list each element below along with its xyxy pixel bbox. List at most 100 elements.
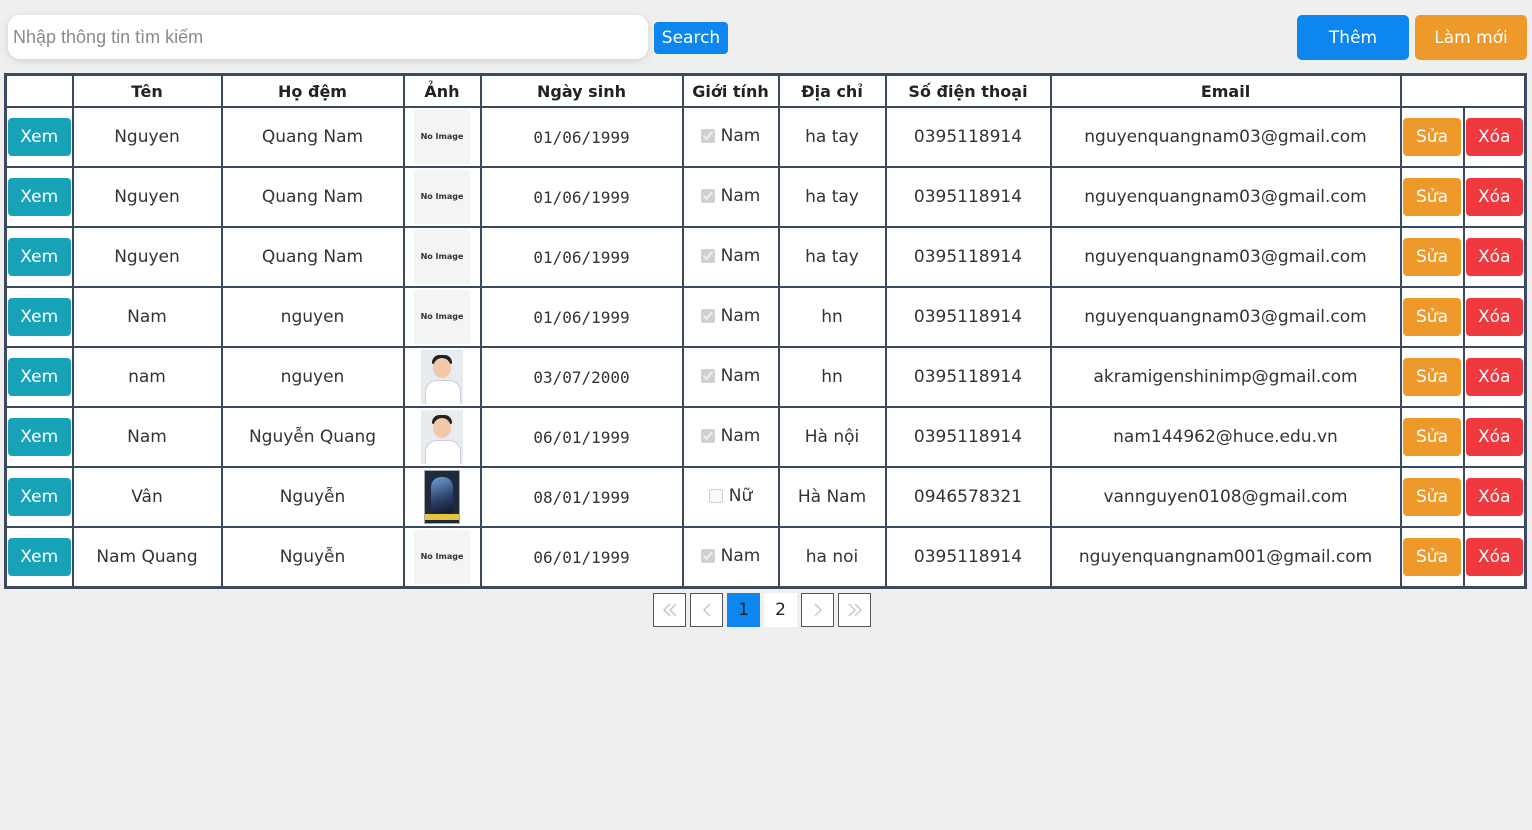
gender-checkbox — [708, 489, 723, 503]
header-so-dien-thoai: Số điện thoại — [884, 73, 1052, 108]
edit-button[interactable]: Sửa — [1403, 298, 1461, 336]
cell-anh: No Image — [402, 526, 482, 589]
search-button[interactable]: Search — [654, 22, 728, 54]
view-button[interactable]: Xem — [7, 358, 71, 396]
table-header-row: Tên Họ đệm Ảnh Ngày sinh Giới tính Địa c… — [4, 73, 1527, 108]
edit-button[interactable]: Sửa — [1403, 178, 1461, 216]
cell-email: nguyenquangnam001@gmail.com — [1049, 526, 1402, 589]
next-page-button[interactable] — [801, 593, 834, 627]
header-action — [4, 73, 74, 108]
cell-dia-chi: Hà nội — [777, 406, 887, 468]
cell-ngay-sinh: 01/06/1999 — [479, 166, 684, 228]
gender-checkbox — [700, 129, 715, 143]
delete-button[interactable]: Xóa — [1465, 358, 1523, 396]
page-2-button[interactable]: 2 — [764, 593, 797, 627]
page-1-button[interactable]: 1 — [727, 593, 760, 627]
last-page-button[interactable] — [838, 593, 871, 627]
delete-cell: Xóa — [1462, 166, 1527, 228]
cell-ngay-sinh: 06/01/1999 — [479, 406, 684, 468]
view-button[interactable]: Xem — [7, 238, 71, 276]
header-ten: Tên — [71, 73, 223, 108]
add-button[interactable]: Thêm — [1297, 15, 1409, 60]
cell-ten: Nam — [71, 286, 223, 348]
cell-ngay-sinh: 01/06/1999 — [479, 106, 684, 168]
cell-gioi-tinh: Nam — [681, 406, 780, 468]
delete-cell: Xóa — [1462, 406, 1527, 468]
cell-ngay-sinh: 06/01/1999 — [479, 526, 684, 589]
cell-anh — [402, 406, 482, 468]
gender-label: Nam — [720, 186, 761, 206]
student-table-container: Tên Họ đệm Ảnh Ngày sinh Giới tính Địa c… — [4, 73, 1527, 589]
cell-anh: No Image — [402, 226, 482, 288]
gender-checkbox — [700, 549, 715, 563]
cell-so-dien-thoai: 0395118914 — [884, 166, 1052, 228]
table-row: Xem Nam Quang Nguyễn No Image 06/01/1999 Nam h… — [4, 526, 1527, 589]
header-dia-chi: Địa chỉ — [777, 73, 887, 108]
view-button[interactable]: Xem — [7, 298, 71, 336]
view-button[interactable]: Xem — [7, 118, 71, 156]
table-row: Xem Nguyen Quang Nam No Image 01/06/1999 Nam h… — [4, 166, 1527, 228]
chevron-right-icon — [813, 603, 822, 617]
delete-button[interactable]: Xóa — [1465, 298, 1523, 336]
edit-button[interactable]: Sửa — [1403, 118, 1461, 156]
view-button[interactable]: Xem — [7, 478, 71, 516]
view-cell: Xem — [4, 526, 74, 589]
first-page-button[interactable] — [653, 593, 686, 627]
cell-gioi-tinh: Nam — [681, 226, 780, 288]
edit-cell: Sửa — [1399, 346, 1465, 408]
edit-button[interactable]: Sửa — [1403, 478, 1461, 516]
cell-gioi-tinh: Nam — [681, 286, 780, 348]
edit-button[interactable]: Sửa — [1403, 418, 1461, 456]
no-image-placeholder: No Image — [414, 290, 470, 344]
cell-email: nam144962@huce.edu.vn — [1049, 406, 1402, 468]
edit-button[interactable]: Sửa — [1403, 358, 1461, 396]
cell-ten: Nam Quang — [71, 526, 223, 589]
refresh-button[interactable]: Làm mới — [1415, 15, 1527, 60]
gender-label: Nữ — [728, 486, 753, 506]
view-button[interactable]: Xem — [7, 418, 71, 456]
gender-label: Nam — [720, 246, 761, 266]
top-toolbar: Search Thêm Làm mới — [0, 0, 1532, 70]
cell-anh: No Image — [402, 166, 482, 228]
cell-ten: Nam — [71, 406, 223, 468]
table-row: Xem Nam Nguyễn Quang 06/01/1999 Nam Hà nội 039… — [4, 406, 1527, 468]
header-ho-dem: Họ đệm — [220, 73, 405, 108]
gender-label: Nam — [720, 126, 761, 146]
edit-button[interactable]: Sửa — [1403, 238, 1461, 276]
cell-gioi-tinh: Nam — [681, 526, 780, 589]
cell-gioi-tinh: Nam — [681, 166, 780, 228]
delete-button[interactable]: Xóa — [1465, 478, 1523, 516]
cell-email: nguyenquangnam03@gmail.com — [1049, 106, 1402, 168]
delete-cell: Xóa — [1462, 226, 1527, 288]
gender-label: Nam — [720, 306, 761, 326]
view-cell: Xem — [4, 346, 74, 408]
cell-so-dien-thoai: 0395118914 — [884, 346, 1052, 408]
edit-cell: Sửa — [1399, 286, 1465, 348]
delete-button[interactable]: Xóa — [1465, 238, 1523, 276]
cell-email: akramigenshinimp@gmail.com — [1049, 346, 1402, 408]
prev-page-button[interactable] — [690, 593, 723, 627]
cell-email: nguyenquangnam03@gmail.com — [1049, 166, 1402, 228]
delete-button[interactable]: Xóa — [1465, 178, 1523, 216]
view-button[interactable]: Xem — [7, 538, 71, 576]
gender-label: Nam — [720, 546, 761, 566]
cell-so-dien-thoai: 0395118914 — [884, 526, 1052, 589]
gender-label: Nam — [720, 366, 761, 386]
cell-ten: Nguyen — [71, 106, 223, 168]
gender-checkbox — [700, 309, 715, 323]
cell-ten: nam — [71, 346, 223, 408]
edit-cell: Sửa — [1399, 226, 1465, 288]
delete-button[interactable]: Xóa — [1465, 418, 1523, 456]
edit-button[interactable]: Sửa — [1403, 538, 1461, 576]
cell-email: vannguyen0108@gmail.com — [1049, 466, 1402, 528]
delete-button[interactable]: Xóa — [1465, 538, 1523, 576]
view-cell: Xem — [4, 166, 74, 228]
cell-anh — [402, 346, 482, 408]
search-input[interactable] — [8, 15, 648, 59]
delete-button[interactable]: Xóa — [1465, 118, 1523, 156]
view-button[interactable]: Xem — [7, 178, 71, 216]
no-image-placeholder: No Image — [414, 230, 470, 284]
header-gioi-tinh: Giới tính — [681, 73, 780, 108]
table-row: Xem Nam nguyen No Image 01/06/1999 Nam hn 03951… — [4, 286, 1527, 348]
no-image-placeholder: No Image — [414, 170, 470, 224]
